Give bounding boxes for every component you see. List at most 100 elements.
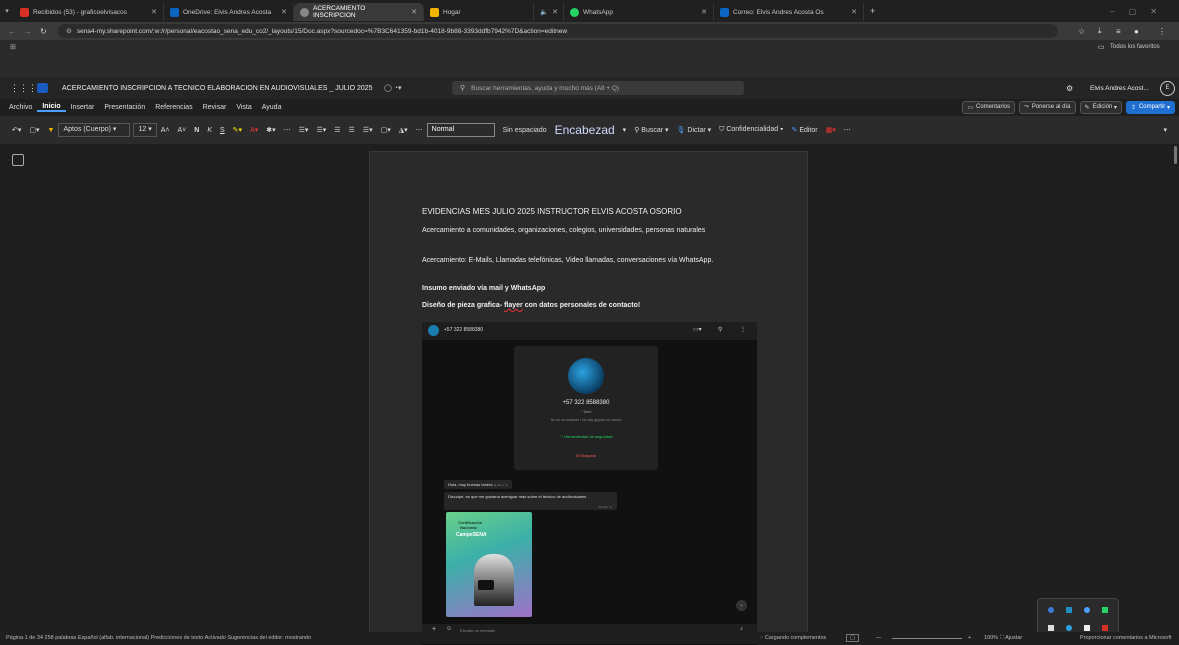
dictate-button[interactable]: 🎙 Dictar ▾ [673, 126, 716, 134]
tab-whatsapp[interactable]: WhatsApp ✕ [564, 3, 714, 21]
tab-inicio[interactable]: Inicio [37, 103, 66, 112]
editor-button[interactable]: ✎ Editor [787, 126, 821, 134]
tray-app-icon[interactable] [1048, 625, 1054, 631]
app-launcher-icon[interactable]: ⋮⋮⋮ [10, 83, 37, 94]
all-favorites-link[interactable]: Todos los favoritos [1110, 44, 1160, 50]
tab-insertar[interactable]: Insertar [66, 104, 100, 111]
download-icon[interactable]: ⤓ [1098, 26, 1102, 36]
tab-revisar[interactable]: Revisar [198, 104, 232, 111]
feedback-link[interactable]: Proporcionar comentarios a Microsoft [1080, 635, 1171, 641]
tab-active-document[interactable]: ACERCAMIENTO INSCRIPCION ✕ [294, 3, 424, 21]
user-name[interactable]: Elvis Andres Acost... [1090, 85, 1149, 92]
tray-app-icon[interactable] [1084, 607, 1090, 613]
editing-button[interactable]: ✎ Edición ▾ [1079, 100, 1122, 114]
doc-paragraph-4[interactable]: Diseño de pieza grafica- flayer con dato… [422, 301, 752, 311]
tab-hogar[interactable]: Hogar [424, 3, 534, 21]
close-icon[interactable]: ✕ [697, 8, 707, 16]
more-icon[interactable]: ⋮ [1158, 27, 1166, 36]
tab-outlook[interactable]: Correo: Elvis Andres Acosta Os ✕ [714, 3, 864, 21]
reload-icon[interactable]: ↻ [40, 27, 47, 36]
sync-status-icon[interactable]: ◯ ◔▾ [384, 84, 402, 92]
doc-paragraph-1[interactable]: Acercamiento a comunidades, organizacion… [422, 226, 752, 236]
document-page[interactable]: EVIDENCIAS MES JULIO 2025 INSTRUCTOR ELV… [369, 151, 808, 645]
zoom-in-icon[interactable]: + [968, 635, 971, 641]
font-color-icon[interactable]: A▾ [246, 126, 262, 134]
settings-icon[interactable]: ⚙ [1066, 84, 1073, 93]
style-no-spacing[interactable]: Sin espaciado [499, 127, 551, 134]
undo-icon[interactable]: ↶▾ [8, 126, 25, 134]
format-painter-icon[interactable]: ▼ [44, 127, 59, 134]
close-icon[interactable]: ✕ [277, 8, 287, 16]
borders-icon[interactable]: ▢▾ [377, 126, 395, 134]
tray-app-icon[interactable] [1084, 625, 1090, 631]
close-icon[interactable]: ✕ [847, 8, 857, 16]
catchup-button[interactable]: ⤳ Ponerse al día [1019, 100, 1076, 114]
scrollbar[interactable] [1174, 146, 1177, 164]
share-button[interactable]: ⇪ Compartir ▾ [1125, 100, 1175, 114]
more-paragraph-icon[interactable]: ⋯ [412, 126, 427, 134]
more-options-icon[interactable]: ⋯ [280, 126, 295, 134]
decrease-indent-icon[interactable]: ☰ [330, 126, 344, 134]
underline-icon[interactable]: S [216, 127, 229, 134]
tab-vista[interactable]: Vista [231, 104, 256, 111]
shrink-font-icon[interactable]: A˅ [174, 127, 191, 134]
profile-icon[interactable]: ● [1134, 27, 1139, 36]
tray-app-icon[interactable] [1066, 607, 1072, 613]
url-input[interactable]: ⚙ sena4-my.sharepoint.com/:w:/r/personal… [58, 24, 1058, 38]
window-controls[interactable]: –▢✕ [1110, 7, 1171, 16]
forward-icon[interactable]: → [24, 27, 32, 36]
search-button[interactable]: ⚲ Buscar ▾ [630, 126, 672, 134]
new-tab-icon[interactable]: + [870, 6, 875, 16]
close-icon[interactable]: ✕ [548, 8, 558, 16]
tab-onedrive[interactable]: OneDrive: Elvis Andres Acosta ✕ [164, 3, 294, 21]
doc-heading[interactable]: EVIDENCIAS MES JULIO 2025 INSTRUCTOR ELV… [422, 207, 752, 217]
navigation-pane-icon[interactable] [12, 154, 24, 166]
tab-presentacion[interactable]: Presentación [99, 104, 150, 111]
comments-button[interactable]: ▭ Comentarios [962, 100, 1016, 114]
zoom-level[interactable]: 100% [984, 635, 998, 641]
document-title[interactable]: ACERCAMIENTO INSCRIPCION A TECNICO ELABO… [62, 85, 373, 92]
shading-icon[interactable]: ◮▾ [395, 126, 412, 134]
overflow-icon[interactable]: ⋯ [840, 126, 855, 134]
tray-app-icon[interactable] [1048, 607, 1054, 613]
styles-pane-icon[interactable]: ✱▾ [262, 126, 279, 134]
tab-menu-icon[interactable]: ▾ [0, 7, 14, 15]
tab-gmail[interactable]: Recibidos (53) - graficoelvisacos ✕ [14, 3, 164, 21]
highlight-icon[interactable]: ✎▾ [229, 126, 246, 134]
collapse-ribbon-icon[interactable]: ▾ [1159, 126, 1171, 134]
view-mode-icon[interactable]: ▢ [846, 634, 860, 642]
increase-indent-icon[interactable]: ☰ [345, 126, 359, 134]
font-size-select[interactable]: 12 ▾ [133, 123, 157, 137]
italic-icon[interactable]: K [203, 127, 216, 134]
tray-app-icon[interactable] [1102, 625, 1108, 631]
whatsapp-screenshot-image[interactable]: +57 322 8588380 ▭▾ ⚲ ⋮ +57 322 8588380 ~… [422, 322, 757, 645]
zoom-out-icon[interactable]: — [876, 635, 882, 641]
close-icon[interactable]: ✕ [147, 8, 157, 16]
avatar[interactable]: E [1160, 81, 1175, 96]
search-box[interactable]: ⚲ Buscar herramientas, ayuda y mucho más… [452, 81, 744, 95]
tab-referencias[interactable]: Referencias [150, 104, 197, 111]
extensions-icon[interactable]: ≡ [1116, 27, 1121, 36]
doc-paragraph-2[interactable]: Acercamiento: E-Mails, Llamadas telefóni… [422, 256, 752, 266]
bold-icon[interactable]: N [190, 127, 203, 134]
grow-font-icon[interactable]: A˄ [157, 127, 174, 134]
fit-button[interactable]: ⛶ Ajustar [1000, 635, 1022, 642]
tray-app-icon[interactable] [1066, 625, 1072, 631]
apps-icon[interactable]: ⊞ [10, 43, 16, 51]
status-info[interactable]: Página 1 de 34 258 palabras Español (alf… [6, 635, 311, 641]
addins-icon[interactable]: ▦▾ [822, 126, 840, 134]
zoom-slider[interactable] [892, 638, 962, 639]
doc-paragraph-3[interactable]: Insumo enviado vía mail y WhatsApp [422, 284, 752, 294]
align-icon[interactable]: ☰▾ [359, 126, 377, 134]
style-heading[interactable]: Encabezad [551, 123, 619, 137]
back-icon[interactable]: ← [8, 27, 16, 36]
confidentiality-button[interactable]: ⛉ Confidencialidad ▾ [715, 126, 787, 134]
style-normal[interactable]: Normal [426, 123, 495, 137]
styles-dropdown-icon[interactable]: ▾ [619, 126, 631, 134]
close-icon[interactable]: ✕ [407, 8, 417, 16]
site-info-icon[interactable]: ⚙ [66, 27, 72, 35]
favorite-star-icon[interactable]: ☆ [1078, 27, 1085, 36]
tray-app-icon[interactable] [1102, 607, 1108, 613]
tab-audio[interactable]: 🔈 ✕ [534, 3, 564, 21]
clipboard-icon[interactable]: ▢▾ [25, 126, 43, 134]
